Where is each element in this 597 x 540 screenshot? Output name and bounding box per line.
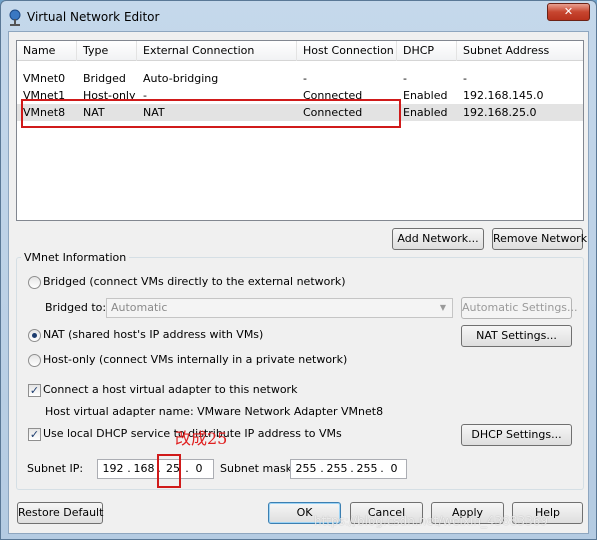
column-header-name[interactable]: Name [17,41,77,61]
connect-adapter-checkbox[interactable]: ✓ [28,384,41,397]
virtual-network-editor-window: Virtual Network Editor ✕ Name Type Exter… [0,0,597,540]
subnet-mask-octet-3: 255 [356,462,378,475]
vmnet-information-group [16,257,584,490]
cell-subnet-address: - [463,72,467,85]
vmware-network-icon [9,9,21,26]
bridged-label: Bridged (connect VMs directly to the ext… [43,275,346,288]
chevron-down-icon: ▼ [439,303,447,312]
column-header-external-connection[interactable]: External Connection [137,41,297,61]
cell-dhcp: Enabled [403,106,448,119]
bridged-to-label: Bridged to: [45,301,107,314]
dialog-client-area: Name Type External Connection Host Conne… [8,31,589,534]
cell-host-connection: - [303,72,307,85]
annotation-highlight-octet [157,454,181,488]
host-adapter-name-label: Host virtual adapter name: VMware Networ… [45,405,384,418]
cell-subnet-address: 192.168.25.0 [463,106,537,119]
subnet-ip-octet-4: 0 [195,462,203,475]
host-only-label: Host-only (connect VMs internally in a p… [43,353,348,366]
network-row-vmnet0[interactable]: VMnet0 Bridged Auto-bridging - - - [17,70,583,87]
column-header-type[interactable]: Type [77,41,137,61]
watermark: https://blog.csdn.net/weixin_43883369 [314,514,549,528]
connect-adapter-label: Connect a host virtual adapter to this n… [43,383,298,396]
title-bar: Virtual Network Editor ✕ [1,1,596,33]
dhcp-settings-button[interactable]: DHCP Settings... [461,424,572,446]
close-button[interactable]: ✕ [547,3,590,21]
bridged-radio[interactable] [28,276,41,289]
subnet-mask-octet-2: 255 [326,462,348,475]
subnet-ip-label: Subnet IP: [27,462,84,475]
column-header-subnet-address[interactable]: Subnet Address [457,41,583,61]
bridged-to-value: Automatic [111,301,168,314]
window-title: Virtual Network Editor [27,10,160,24]
column-header-host-connection[interactable]: Host Connection [297,41,397,61]
add-network-button[interactable]: Add Network... [392,228,484,250]
annotation-highlight-vmnet8 [21,99,401,128]
restore-default-button[interactable]: Restore Default [17,502,103,524]
remove-network-button[interactable]: Remove Network [492,228,587,250]
subnet-ip-octet-2: 168 [133,462,155,475]
cell-name: VMnet0 [23,72,66,85]
vmnet-information-legend: VMnet Information [21,251,130,264]
annotation-change-to-25: 改成25 [175,429,228,448]
subnet-mask-label: Subnet mask: [220,462,296,475]
cell-subnet-address: 192.168.145.0 [463,89,544,102]
subnet-mask-octet-4: 0 [390,462,398,475]
subnet-mask-field[interactable]: 255 . 255 . 255 . 0 [290,459,407,479]
nat-label: NAT (shared host's IP address with VMs) [43,328,264,341]
cell-dhcp: Enabled [403,89,448,102]
cell-external-connection: Auto-bridging [143,72,219,85]
automatic-settings-button[interactable]: Automatic Settings... [461,297,578,319]
subnet-mask-octet-1: 255 [295,462,317,475]
bridged-to-dropdown[interactable]: Automatic ▼ [106,298,453,318]
network-list[interactable]: Name Type External Connection Host Conne… [16,40,584,221]
nat-radio[interactable] [28,329,41,342]
column-header-dhcp[interactable]: DHCP [397,41,457,61]
cell-type: Bridged [83,72,126,85]
subnet-ip-octet-1: 192 [102,462,124,475]
nat-settings-button[interactable]: NAT Settings... [461,325,572,347]
host-only-radio[interactable] [28,354,41,367]
cell-dhcp: - [403,72,407,85]
dhcp-checkbox[interactable]: ✓ [28,428,41,441]
network-list-header: Name Type External Connection Host Conne… [17,41,583,61]
subnet-ip-field[interactable]: 192 . 168 . 25 . 0 [97,459,214,479]
